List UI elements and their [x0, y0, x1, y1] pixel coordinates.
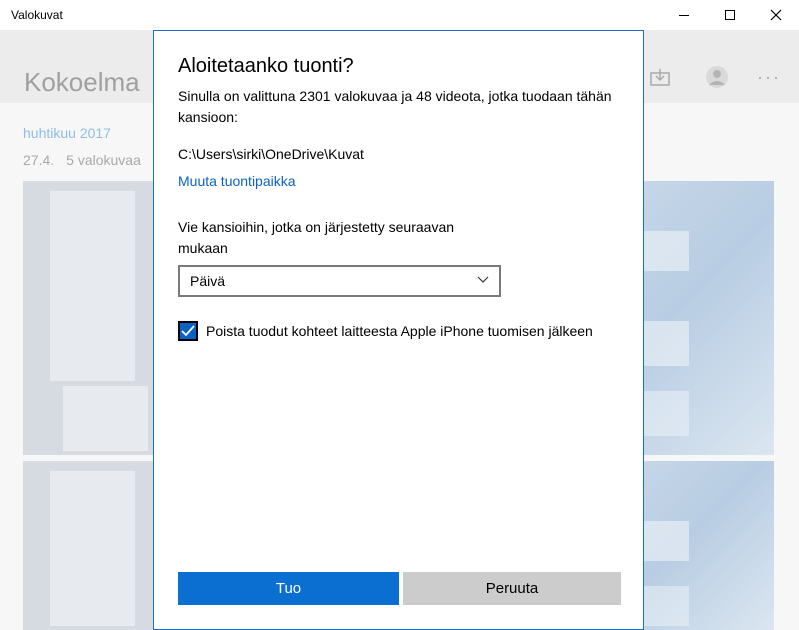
delete-after-import-label: Poista tuodut kohteet laitteesta Apple i…	[206, 323, 593, 339]
photo-count: 5 valokuvaa	[66, 152, 141, 168]
month-heading[interactable]: huhtikuu 2017	[23, 125, 111, 141]
close-button[interactable]	[753, 0, 799, 30]
import-button[interactable]: Tuo	[178, 572, 399, 605]
minimize-icon	[679, 14, 689, 16]
import-dialog: Aloitetaanko tuonti? Sinulla on valittun…	[153, 30, 644, 630]
change-location-link[interactable]: Muuta tuontipaikka	[178, 173, 296, 189]
organize-label: Vie kansioihin, jotka on järjestetty seu…	[178, 219, 455, 256]
close-icon	[770, 9, 782, 21]
chevron-down-icon	[477, 276, 489, 283]
photo-thumbnail[interactable]	[644, 181, 774, 455]
more-icon[interactable]: ···	[757, 67, 781, 88]
organize-dropdown[interactable]: Päivä	[178, 265, 501, 297]
photo-thumbnail[interactable]	[644, 461, 774, 630]
photo-thumbnail[interactable]	[23, 461, 153, 630]
checkmark-icon	[181, 325, 195, 337]
maximize-button[interactable]	[707, 0, 753, 30]
delete-after-import-checkbox[interactable]	[178, 321, 198, 341]
cancel-button[interactable]: Peruuta	[403, 572, 621, 605]
dialog-description: Sinulla on valittuna 2301 valokuvaa ja 4…	[178, 88, 612, 125]
maximize-icon	[725, 10, 735, 20]
user-avatar[interactable]	[706, 66, 728, 93]
organize-dropdown-value: Päivä	[190, 273, 226, 289]
title-bar: Valokuvat	[0, 0, 799, 30]
date-label: 27.4.	[23, 152, 55, 168]
dialog-title: Aloitetaanko tuonti?	[178, 55, 354, 77]
import-icon[interactable]	[650, 68, 670, 91]
photo-thumbnail[interactable]	[23, 181, 153, 455]
date-heading: 27.4. 5 valokuvaa	[23, 152, 141, 168]
import-path: C:\Users\sirki\OneDrive\Kuvat	[178, 146, 364, 162]
app-title: Valokuvat	[11, 8, 63, 22]
collection-title: Kokoelma	[24, 67, 140, 97]
minimize-button[interactable]	[661, 0, 707, 30]
